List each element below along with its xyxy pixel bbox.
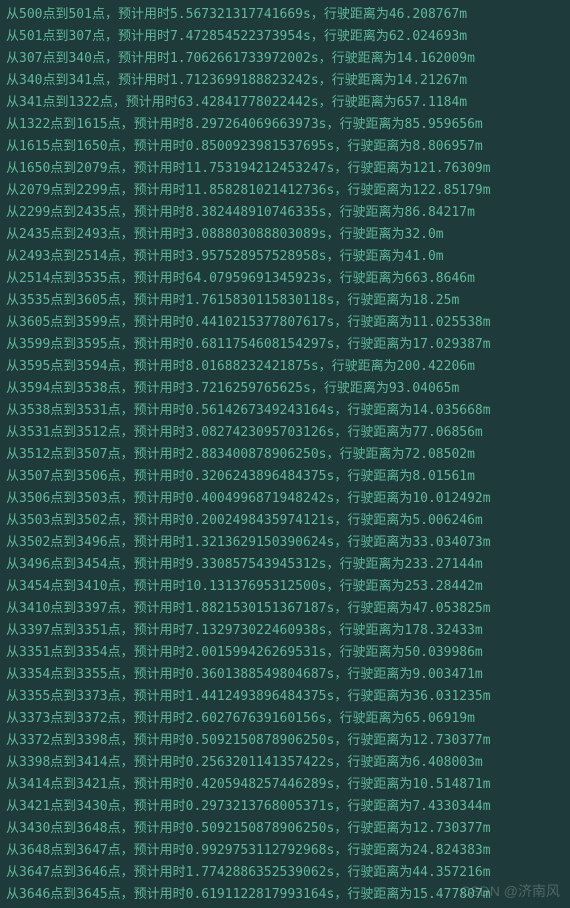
log-line: 从3506点到3503点，预计用时0.4004996871948242s，行驶距… [6, 488, 564, 510]
log-line: 从3372点到3398点，预计用时0.5092150878906250s，行驶距… [6, 730, 564, 752]
log-line: 从3512点到3507点，预计用时2.883400878906250s，行驶距离… [6, 444, 564, 466]
log-line: 从3398点到3414点，预计用时0.2563201141357422s，行驶距… [6, 752, 564, 774]
log-line: 从2079点到2299点，预计用时11.858281021412736s，行驶距… [6, 180, 564, 202]
log-line: 从2435点到2493点，预计用时3.088803088803089s，行驶距离… [6, 224, 564, 246]
log-line: 从3373点到3372点，预计用时2.602767639160156s，行驶距离… [6, 708, 564, 730]
log-line: 从340点到341点，预计用时1.7123699188823242s，行驶距离为… [6, 70, 564, 92]
log-line: 从1322点到1615点，预计用时8.297264069663973s，行驶距离… [6, 114, 564, 136]
log-line: 从3594点到3538点，预计用时3.7216259765625s，行驶距离为9… [6, 378, 564, 400]
log-output: 从500点到501点，预计用时5.567321317741669s，行驶距离为4… [6, 4, 564, 906]
log-line: 从3351点到3354点，预计用时2.001599426269531s，行驶距离… [6, 642, 564, 664]
log-line: 从501点到307点，预计用时7.472854522373954s，行驶距离为6… [6, 26, 564, 48]
log-line: 从3531点到3512点，预计用时3.0827423095703126s，行驶距… [6, 422, 564, 444]
log-line: 从3538点到3531点，预计用时0.5614267349243164s，行驶距… [6, 400, 564, 422]
log-line: 从3410点到3397点，预计用时1.8821530151367187s，行驶距… [6, 598, 564, 620]
log-line: 从3648点到3647点，预计用时0.9929753112792968s，行驶距… [6, 840, 564, 862]
log-line: 从3646点到3645点，预计用时0.6191122817993164s，行驶距… [6, 884, 564, 906]
log-line: 从3430点到3648点，预计用时0.5092150878906250s，行驶距… [6, 818, 564, 840]
log-line: 从3355点到3373点，预计用时1.4412493896484375s，行驶距… [6, 686, 564, 708]
log-line: 从1615点到1650点，预计用时0.8500923981537695s，行驶距… [6, 136, 564, 158]
log-line: 从3599点到3595点，预计用时0.6811754608154297s，行驶距… [6, 334, 564, 356]
log-line: 从3421点到3430点，预计用时0.2973213768005371s，行驶距… [6, 796, 564, 818]
log-line: 从3595点到3594点，预计用时8.01688232421875s，行驶距离为… [6, 356, 564, 378]
log-line: 从3414点到3421点，预计用时0.4205948257446289s，行驶距… [6, 774, 564, 796]
log-line: 从3354点到3355点，预计用时0.3601388549804687s，行驶距… [6, 664, 564, 686]
log-line: 从3503点到3502点，预计用时0.2002498435974121s，行驶距… [6, 510, 564, 532]
log-line: 从3454点到3410点，预计用时10.13137695312500s，行驶距离… [6, 576, 564, 598]
log-line: 从3647点到3646点，预计用时1.7742886352539062s，行驶距… [6, 862, 564, 884]
log-line: 从3605点到3599点，预计用时0.4410215377807617s，行驶距… [6, 312, 564, 334]
log-line: 从2514点到3535点，预计用时64.07959691345923s，行驶距离… [6, 268, 564, 290]
log-line: 从307点到340点，预计用时1.7062661733972002s，行驶距离为… [6, 48, 564, 70]
log-line: 从1650点到2079点，预计用时11.753194212453247s，行驶距… [6, 158, 564, 180]
log-line: 从3507点到3506点，预计用时0.3206243896484375s，行驶距… [6, 466, 564, 488]
log-line: 从500点到501点，预计用时5.567321317741669s，行驶距离为4… [6, 4, 564, 26]
log-line: 从2299点到2435点，预计用时8.382448910746335s，行驶距离… [6, 202, 564, 224]
log-line: 从3496点到3454点，预计用时9.330857543945312s，行驶距离… [6, 554, 564, 576]
log-line: 从3397点到3351点，预计用时7.132973022460938s，行驶距离… [6, 620, 564, 642]
log-line: 从3502点到3496点，预计用时1.3213629150390624s，行驶距… [6, 532, 564, 554]
log-line: 从3535点到3605点，预计用时1.7615830115830118s，行驶距… [6, 290, 564, 312]
log-line: 从2493点到2514点，预计用时3.957528957528958s，行驶距离… [6, 246, 564, 268]
log-line: 从341点到1322点，预计用时63.42841778022442s，行驶距离为… [6, 92, 564, 114]
